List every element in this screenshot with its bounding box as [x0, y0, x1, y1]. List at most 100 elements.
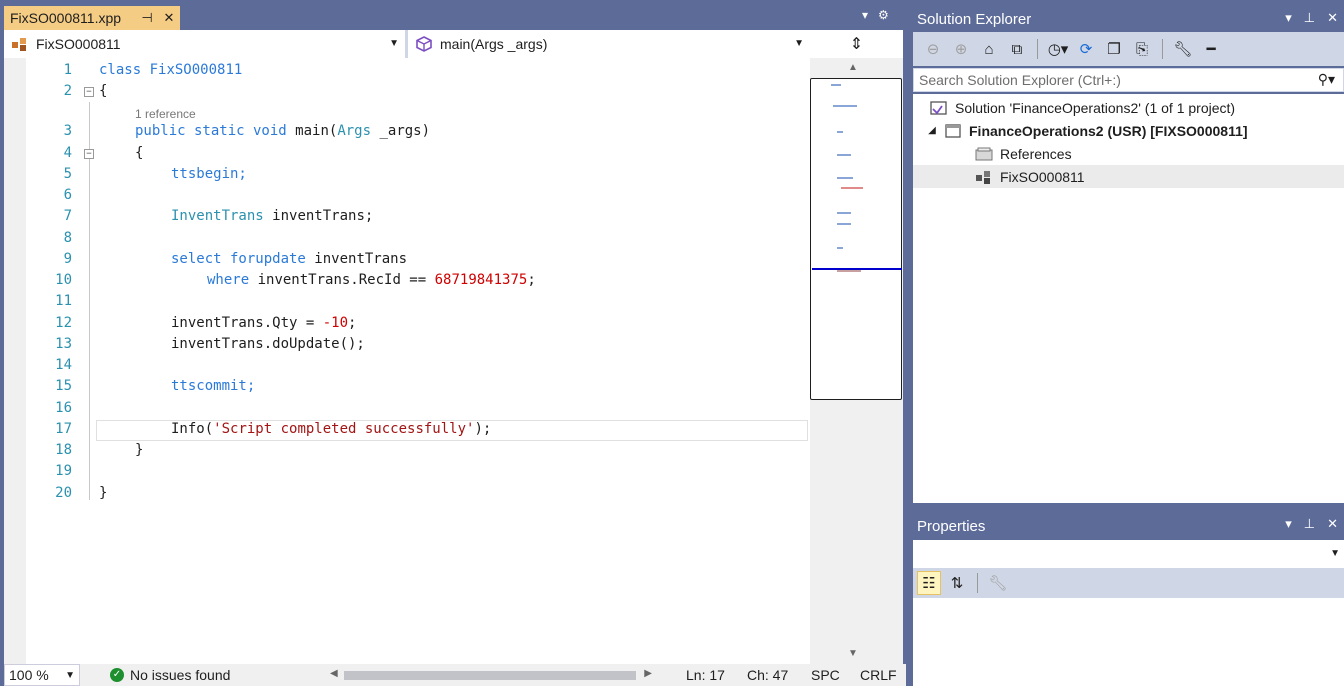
toolbar-separator: [977, 573, 978, 593]
function-call: Info(: [171, 421, 214, 437]
code-line-2: {: [99, 83, 108, 99]
categorized-icon[interactable]: ☷: [917, 571, 941, 595]
line-number: 8: [63, 230, 72, 246]
caret-position-marker: [812, 268, 902, 270]
window-menu-icon[interactable]: ▾: [1285, 10, 1292, 26]
scroll-down-icon[interactable]: ▼: [848, 648, 858, 659]
collapse-all-icon[interactable]: ❐: [1102, 37, 1126, 61]
code-line-1: class FixSO000811: [99, 60, 242, 81]
zoom-dropdown[interactable]: 100 % ▼: [4, 664, 80, 686]
properties-grid: [913, 598, 1344, 686]
line-number: 16: [55, 400, 72, 416]
close-icon[interactable]: ✕: [1327, 516, 1338, 532]
chevron-down-icon: ▼: [65, 670, 75, 681]
scroll-up-icon[interactable]: ▲: [848, 62, 858, 73]
close-icon[interactable]: ✕: [1327, 10, 1338, 26]
line-number: 18: [55, 442, 72, 458]
solution-tree: Solution 'FinanceOperations2' (1 of 1 pr…: [913, 94, 1344, 503]
keyword: class: [99, 62, 142, 78]
scroll-map-viewport[interactable]: [810, 78, 902, 400]
method-dropdown[interactable]: main(Args _args) ▼: [406, 30, 810, 58]
tree-item-solution[interactable]: Solution 'FinanceOperations2' (1 of 1 pr…: [913, 96, 1344, 119]
line-number: 12: [55, 315, 72, 331]
line-number: 3: [63, 123, 72, 139]
pin-tab-icon[interactable]: ⊣: [136, 10, 158, 26]
line-number: 4: [63, 145, 72, 161]
sync-icon[interactable]: ⟳: [1074, 37, 1098, 61]
scroll-right-icon[interactable]: ▶: [644, 668, 652, 679]
line-ending-indicator[interactable]: CRLF: [860, 665, 897, 685]
references-icon: [974, 145, 994, 163]
back-icon[interactable]: ⊖: [921, 37, 945, 61]
solution-explorer-title: Solution Explorer: [917, 10, 1032, 28]
tree-item-project[interactable]: ◢ FinanceOperations2 (USR) [FIXSO000811]: [913, 119, 1344, 142]
keyword: public static void: [135, 123, 287, 139]
collapse-method-icon[interactable]: −: [84, 149, 94, 159]
horizontal-scrollbar[interactable]: ◀ ▶: [330, 668, 652, 682]
collapse-class-icon[interactable]: −: [84, 87, 94, 97]
column-indicator[interactable]: Ch: 47: [747, 665, 788, 685]
line-number: 10: [55, 272, 72, 288]
solution-explorer-title-bar: Solution Explorer ▾ ⊥ ✕: [913, 6, 1344, 32]
project-icon: [943, 122, 963, 140]
scrollbar-thumb[interactable]: [344, 671, 636, 680]
chevron-down-icon: ▼: [794, 38, 804, 49]
class-icon: [10, 34, 30, 54]
map-mark: [837, 247, 843, 249]
switch-views-icon[interactable]: ⧉: [1005, 37, 1029, 61]
code-line-10: where inventTrans.RecId == 68719841375;: [207, 270, 536, 291]
search-icon[interactable]: ⚲▾: [1318, 71, 1335, 88]
keyword: select forupdate: [171, 251, 306, 267]
chevron-down-icon: ▼: [1330, 548, 1340, 559]
line-number: 13: [55, 336, 72, 352]
minus-icon[interactable]: ━: [1199, 37, 1223, 61]
tree-item-class-file[interactable]: FixSO000811: [913, 165, 1344, 188]
tree-item-references[interactable]: References: [913, 142, 1344, 165]
variable: inventTrans;: [272, 208, 374, 224]
alphabetical-sort-icon[interactable]: ⇅: [945, 571, 969, 595]
pin-icon[interactable]: ⊥: [1304, 10, 1315, 26]
tabwell-controls: ▾ ⚙: [862, 8, 906, 28]
class-name: FixSO000811: [149, 62, 243, 78]
window-menu-icon[interactable]: ▾: [1285, 516, 1292, 532]
map-mark: [837, 177, 853, 179]
wrench-icon[interactable]: 🔧︎: [1171, 37, 1195, 61]
forward-icon[interactable]: ⊕: [949, 37, 973, 61]
scroll-left-icon[interactable]: ◀: [330, 668, 338, 679]
line-number: 2: [63, 83, 72, 99]
pin-icon[interactable]: ⊥: [1304, 516, 1315, 532]
properties-toolbar: ☷ ⇅ 🔧︎: [913, 568, 1344, 598]
properties-title: Properties: [917, 517, 986, 535]
gear-icon[interactable]: ⚙: [878, 8, 889, 28]
properties-title-bar: Properties ▾ ⊥ ✕: [913, 512, 1344, 540]
number-literal: 68719841375: [434, 272, 528, 288]
code-line-13: inventTrans.doUpdate();: [171, 336, 365, 352]
line-indicator[interactable]: Ln: 17: [686, 665, 725, 685]
show-all-files-icon[interactable]: ⎘: [1130, 37, 1154, 61]
home-icon[interactable]: ⌂: [977, 37, 1001, 61]
check-circle-icon: ✓: [110, 668, 124, 682]
map-mark: [841, 187, 863, 189]
class-dropdown-value: FixSO000811: [36, 36, 121, 52]
solution-explorer-toolbar: ⊖ ⊕ ⌂ ⧉ ◷▾ ⟳ ❐ ⎘ 🔧︎ ━: [913, 32, 1344, 66]
expand-triangle-icon[interactable]: ◢: [925, 125, 939, 136]
tab-list-dropdown-icon[interactable]: ▾: [862, 8, 868, 28]
close-tab-icon[interactable]: ✕: [158, 10, 180, 26]
spacing-indicator[interactable]: SPC: [811, 665, 840, 685]
document-tab[interactable]: FixSO000811.xpp ⊣ ✕: [4, 6, 180, 30]
solution-search-input[interactable]: Search Solution Explorer (Ctrl+:) ⚲▾: [913, 68, 1344, 92]
class-dropdown[interactable]: FixSO000811 ▼: [4, 30, 406, 58]
split-window-icon[interactable]: ⇕: [810, 30, 903, 58]
parameter: _args): [379, 123, 431, 139]
property-pages-wrench-icon[interactable]: 🔧︎: [986, 571, 1010, 595]
map-mark: [831, 84, 841, 86]
properties-object-dropdown[interactable]: ▼: [913, 540, 1344, 568]
code-editor[interactable]: [4, 58, 810, 664]
issues-indicator[interactable]: ✓ No issues found: [110, 665, 230, 685]
issues-label: No issues found: [130, 667, 231, 683]
pending-changes-filter-icon[interactable]: ◷▾: [1046, 37, 1070, 61]
punctuation: ;: [527, 272, 536, 288]
toolbar-separator: [1037, 39, 1038, 59]
code-line-15: ttscommit;: [171, 378, 256, 394]
zoom-value: 100 %: [9, 667, 49, 683]
